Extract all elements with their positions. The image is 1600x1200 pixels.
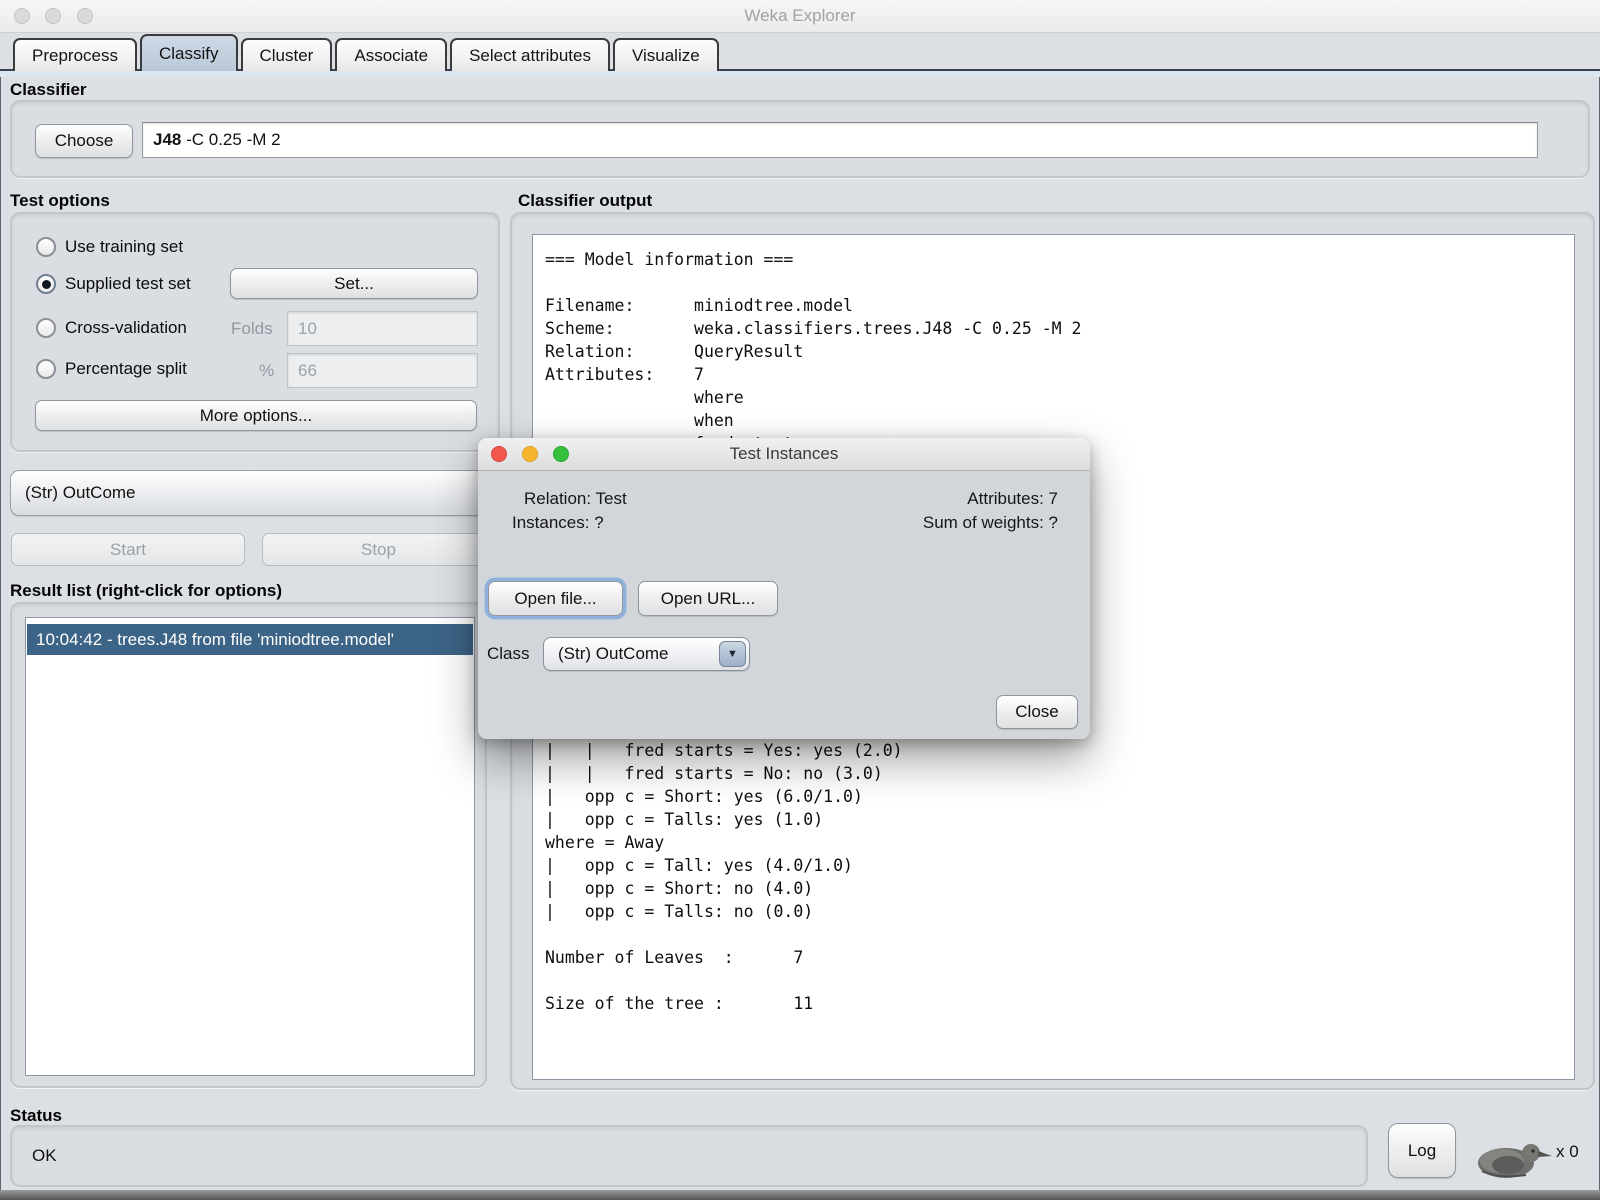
set-test-set-button[interactable]: Set... xyxy=(230,268,478,299)
tab-cluster[interactable]: Cluster xyxy=(240,38,333,71)
chevron-down-icon[interactable]: ▼ xyxy=(719,641,746,667)
class-attribute-value: (Str) OutCome xyxy=(25,483,136,502)
dialog-sum-of-weights-label: Sum of weights: ? xyxy=(922,513,1058,532)
stop-button[interactable]: Stop xyxy=(262,533,495,566)
dialog-class-label: Class xyxy=(487,644,530,663)
supplied-test-set-radio-icon[interactable] xyxy=(36,274,56,294)
use-training-set-label: Use training set xyxy=(65,237,184,256)
window-bottom-edge xyxy=(0,1190,1600,1200)
dialog-class-combo[interactable]: (Str) OutCome ▼ xyxy=(543,637,750,671)
model-information-text: === Model information === Filename: mini… xyxy=(545,250,1082,453)
tab-select-attributes[interactable]: Select attributes xyxy=(450,38,610,71)
classifier-name-field[interactable]: J48 -C 0.25 -M 2 xyxy=(142,122,1538,158)
cross-validation-radio-icon[interactable] xyxy=(36,318,56,338)
tabbar-strip xyxy=(0,71,1600,77)
more-options-button[interactable]: More options... xyxy=(35,400,477,431)
window-titlebar: Weka Explorer xyxy=(0,0,1600,33)
test-options-section-label: Test options xyxy=(10,191,110,210)
dialog-title: Test Instances xyxy=(729,444,839,463)
tab-associate[interactable]: Associate xyxy=(335,38,448,71)
test-options-panel: Use training set Supplied test set Set..… xyxy=(10,212,500,452)
dialog-relation-label: Relation: Test xyxy=(524,489,627,508)
classifier-panel: Choose J48 -C 0.25 -M 2 xyxy=(10,100,1590,178)
status-section-label: Status xyxy=(10,1106,62,1125)
percentage-split-label: Percentage split xyxy=(65,359,187,378)
log-button[interactable]: Log xyxy=(1388,1123,1456,1178)
folds-label: Folds xyxy=(231,319,273,338)
start-button[interactable]: Start xyxy=(11,533,245,566)
choose-classifier-button[interactable]: Choose xyxy=(35,124,133,158)
classifier-section-label: Classifier xyxy=(10,80,87,99)
tab-preprocess[interactable]: Preprocess xyxy=(13,38,137,71)
dialog-class-value: (Str) OutCome xyxy=(558,644,669,663)
folds-field[interactable]: 10 xyxy=(287,311,478,346)
class-attribute-combo[interactable]: (Str) OutCome xyxy=(10,470,490,516)
dialog-instances-label: Instances: ? xyxy=(512,513,604,532)
close-button[interactable]: Close xyxy=(996,695,1078,729)
classifier-name-bold: J48 xyxy=(153,130,182,149)
dialog-attributes-label: Attributes: 7 xyxy=(967,489,1058,508)
tab-classify[interactable]: Classify xyxy=(139,34,238,71)
percent-field[interactable]: 66 xyxy=(287,353,478,388)
status-box: OK xyxy=(10,1125,1368,1187)
result-list-item[interactable]: 10:04:42 - trees.J48 from file 'miniodtr… xyxy=(27,624,473,655)
open-url-button[interactable]: Open URL... xyxy=(638,581,778,616)
window-title: Weka Explorer xyxy=(744,6,856,25)
percent-label: % xyxy=(259,361,275,380)
result-list[interactable]: 10:04:42 - trees.J48 from file 'miniodtr… xyxy=(25,617,475,1076)
window-left-edge xyxy=(0,70,1,1190)
cross-validation-label: Cross-validation xyxy=(65,318,187,337)
classifier-name-args: -C 0.25 -M 2 xyxy=(181,130,281,149)
open-file-button[interactable]: Open file... xyxy=(488,581,623,616)
use-training-set-radio-icon[interactable] xyxy=(36,237,56,257)
result-list-section-label: Result list (right-click for options) xyxy=(10,581,283,600)
test-instances-dialog: Test Instances Relation: Test Instances:… xyxy=(478,438,1090,739)
supplied-test-set-label: Supplied test set xyxy=(65,274,191,293)
classifier-output-section-label: Classifier output xyxy=(518,191,653,210)
percentage-split-radio-icon[interactable] xyxy=(36,359,56,379)
result-list-panel: 10:04:42 - trees.J48 from file 'miniodtr… xyxy=(10,602,487,1088)
tree-output-text: | | fred starts = Yes: yes (2.0) | | fre… xyxy=(545,741,903,1013)
dialog-titlebar: Test Instances xyxy=(478,438,1090,471)
tab-bar: Preprocess Classify Cluster Associate Se… xyxy=(0,33,1600,71)
weka-bird-icon xyxy=(1478,1144,1552,1178)
status-message: OK xyxy=(32,1146,57,1165)
bird-count-label: x 0 xyxy=(1556,1142,1579,1161)
tab-visualize[interactable]: Visualize xyxy=(612,38,719,71)
